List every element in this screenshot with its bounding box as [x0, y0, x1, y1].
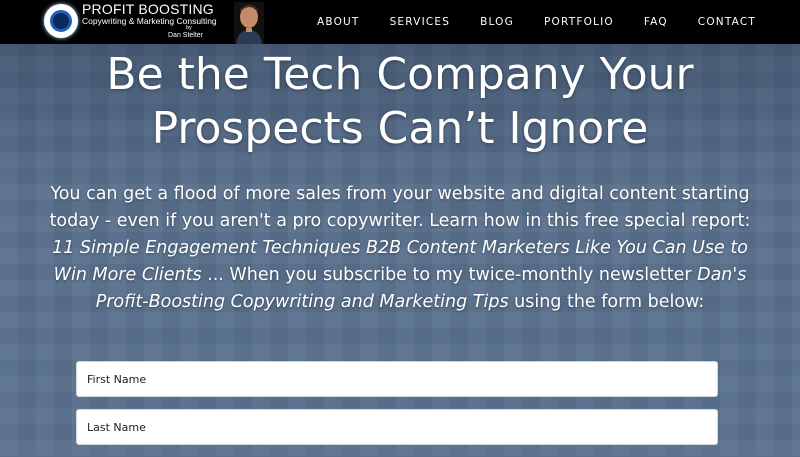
- intro-part-2: ... When you subscribe to my twice-month…: [201, 265, 698, 285]
- nav-services[interactable]: SERVICES: [390, 16, 451, 28]
- nav-contact[interactable]: CONTACT: [698, 16, 756, 28]
- headline-line-1: Be the Tech Company Your: [106, 49, 694, 100]
- logo-by: by: [186, 25, 192, 31]
- last-name-input[interactable]: [76, 409, 718, 445]
- subscribe-form: [76, 361, 718, 457]
- intro-part-1: You can get a flood of more sales from y…: [49, 184, 751, 231]
- hero-intro-text: You can get a flood of more sales from y…: [40, 181, 760, 316]
- site-logo[interactable]: PROFIT BOOSTING Copywriting & Marketing …: [44, 1, 276, 44]
- nav-portfolio[interactable]: PORTFOLIO: [544, 16, 614, 28]
- main-nav: ABOUT SERVICES BLOG PORTFOLIO FAQ CONTAC…: [287, 0, 756, 44]
- logo-d-icon: [44, 4, 78, 38]
- page-headline: Be the Tech Company Your Prospects Can’t…: [0, 48, 800, 156]
- logo-subtitle: Copywriting & Marketing Consulting: [82, 16, 217, 26]
- nav-faq[interactable]: FAQ: [644, 16, 668, 28]
- nav-about[interactable]: ABOUT: [317, 16, 360, 28]
- intro-part-3: using the form below:: [508, 292, 705, 312]
- nav-blog[interactable]: BLOG: [480, 16, 514, 28]
- first-name-input[interactable]: [76, 361, 718, 397]
- logo-title: PROFIT BOOSTING: [82, 1, 214, 17]
- headline-line-2: Prospects Can’t Ignore: [151, 103, 649, 154]
- logo-author: Dan Stelter: [168, 32, 204, 39]
- top-navigation-bar: PROFIT BOOSTING Copywriting & Marketing …: [0, 0, 800, 44]
- hero-section: Be the Tech Company Your Prospects Can’t…: [0, 48, 800, 316]
- author-portrait-icon: [234, 2, 264, 44]
